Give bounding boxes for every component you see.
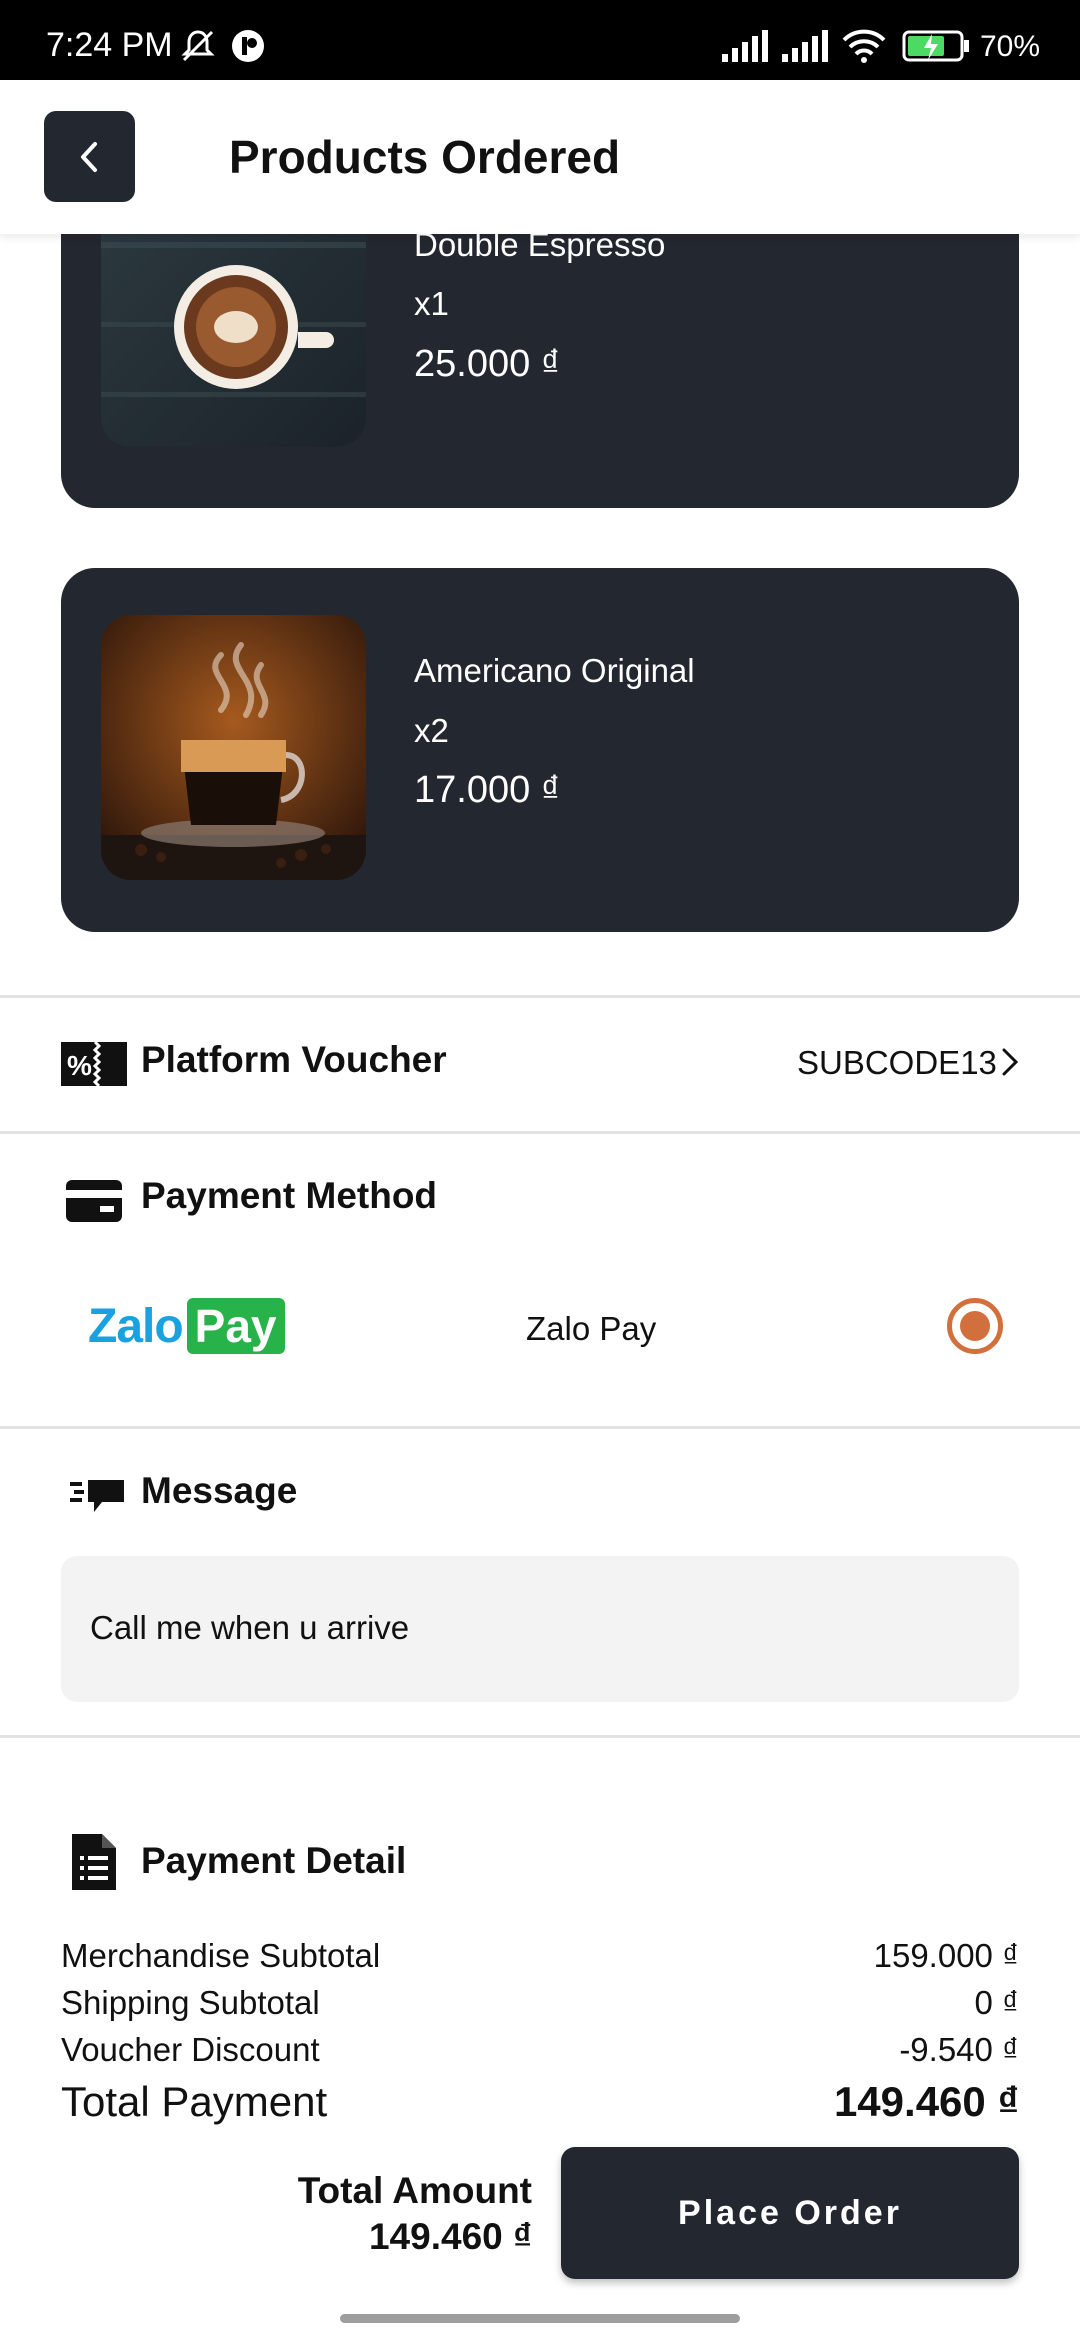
credit-card-icon (66, 1180, 122, 1227)
zalopay-logo-text: Zalo (88, 1299, 184, 1353)
product-price: 17.000 ₫ (414, 769, 561, 811)
radio-button-selected[interactable] (947, 1298, 1003, 1354)
mute-icon (180, 28, 216, 69)
total-payment-value: 149.460 ₫ (833, 2078, 1019, 2125)
wifi-icon (840, 28, 888, 69)
place-order-button[interactable]: Place Order (561, 2147, 1019, 2279)
detail-label: Shipping Subtotal (61, 1984, 320, 2021)
divider (0, 995, 1080, 998)
divider (0, 1426, 1080, 1429)
voucher-code: SUBCODE13 (797, 1044, 997, 1081)
payment-detail-title: Payment Detail (141, 1840, 407, 1881)
radio-dot (960, 1311, 990, 1341)
zalopay-logo-badge: Pay (186, 1298, 285, 1354)
chevron-left-icon (80, 141, 97, 172)
product-image (101, 615, 366, 880)
message-icon (70, 1476, 126, 1521)
divider (0, 1131, 1080, 1134)
product-price: 25.000 ₫ (414, 343, 561, 385)
back-button[interactable] (44, 111, 135, 202)
detail-value: 0 ₫ (974, 1984, 1019, 2021)
detail-label: Voucher Discount (61, 2031, 320, 2068)
battery-icon (902, 28, 972, 69)
product-quantity: x1 (414, 285, 449, 322)
payment-method-title: Payment Method (141, 1175, 438, 1216)
status-bar: 7:24 PM 70% (0, 0, 1080, 80)
total-amount-value: 149.460 ₫ (368, 2216, 532, 2257)
message-input-value: Call me when u arrive (90, 1609, 410, 1646)
app-notification-icon (230, 28, 266, 69)
home-indicator[interactable] (340, 2314, 740, 2323)
chevron-right-icon (1000, 1046, 1020, 1083)
message-input[interactable]: Call me when u arrive (61, 1556, 1019, 1702)
message-title: Message (141, 1470, 298, 1511)
divider (0, 1735, 1080, 1738)
signal-icon (720, 28, 772, 69)
svg-text:%: % (67, 1050, 92, 1081)
payment-option-label: Zalo Pay (526, 1310, 657, 1347)
status-time: 7:24 PM (46, 26, 173, 64)
product-quantity: x2 (414, 712, 449, 749)
signal-icon-2 (780, 28, 832, 69)
detail-label: Merchandise Subtotal (61, 1937, 381, 1974)
app-header: Products Ordered (0, 80, 1080, 234)
battery-percent: 70% (980, 30, 1041, 63)
page-title: Products Ordered (229, 131, 621, 183)
total-payment-label: Total Payment (61, 2078, 328, 2125)
voucher-icon: % (61, 1040, 127, 1091)
detail-value: -9.540 ₫ (899, 2031, 1019, 2068)
detail-value: 159.000 ₫ (873, 1937, 1019, 1974)
product-card[interactable]: Americano Original x2 17.000 ₫ (61, 568, 1019, 932)
product-name: Americano Original (414, 652, 695, 689)
zalopay-logo: Zalo Pay (88, 1298, 285, 1354)
voucher-title: Platform Voucher (141, 1039, 447, 1080)
document-icon (72, 1834, 116, 1895)
total-amount-label: Total Amount (297, 2170, 532, 2211)
